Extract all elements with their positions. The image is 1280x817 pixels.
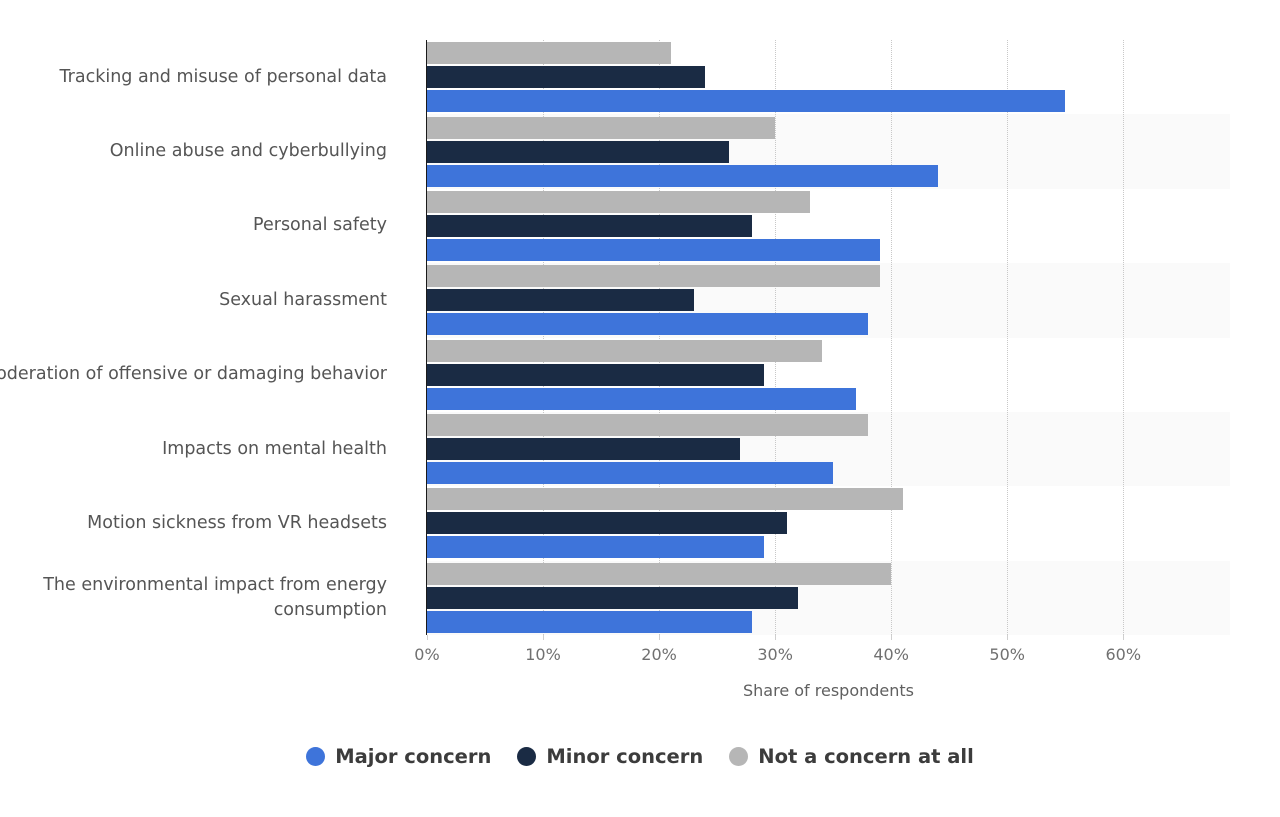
x-tick-mark	[659, 635, 661, 640]
bar[interactable]	[427, 339, 822, 362]
bar[interactable]	[427, 164, 938, 187]
x-tick-label: 20%	[641, 645, 677, 664]
category-label: The environmental impact from energy con…	[43, 574, 387, 620]
legend-label: Major concern	[335, 745, 492, 768]
x-axis-title: Share of respondents	[742, 681, 914, 700]
bar[interactable]	[427, 66, 706, 89]
bar[interactable]	[427, 214, 752, 237]
x-tick-mark	[427, 635, 428, 640]
category-axis-labels: Tracking and misuse of personal data Onli…	[0, 40, 408, 635]
gridline	[891, 40, 893, 635]
x-tick-label: 40%	[873, 645, 909, 664]
bar[interactable]	[427, 265, 880, 288]
x-tick-label: 10%	[525, 645, 561, 664]
bar[interactable]	[427, 90, 1066, 113]
category-label: Sexual harassment	[219, 289, 387, 310]
x-tick-mark	[1007, 635, 1009, 640]
bar[interactable]	[427, 116, 776, 139]
category-label: Impacts on mental health	[162, 438, 387, 459]
bar[interactable]	[427, 488, 903, 511]
bar[interactable]	[427, 562, 892, 585]
x-tick-label: 0%	[414, 645, 440, 664]
gridline	[775, 40, 777, 635]
bar[interactable]	[427, 512, 787, 535]
bar[interactable]	[427, 414, 868, 437]
legend-swatch-circle-icon	[729, 747, 749, 766]
legend-label: Minor concern	[546, 745, 704, 768]
bar[interactable]	[427, 387, 857, 410]
chart-legend: Major concern Minor concern Not a concern …	[0, 745, 1280, 768]
bar[interactable]	[427, 586, 799, 609]
bar[interactable]	[427, 140, 729, 163]
legend-item[interactable]: Not a concern at all	[729, 745, 974, 768]
x-tick-mark	[1123, 635, 1125, 640]
bar[interactable]	[427, 313, 868, 336]
gridline	[1007, 40, 1009, 635]
bar[interactable]	[427, 610, 752, 633]
bar-chart: Tracking and misuse of personal data Onli…	[0, 0, 1280, 817]
gridline	[1123, 40, 1125, 635]
x-tick-label: 50%	[989, 645, 1025, 664]
bar[interactable]	[427, 190, 810, 213]
bar[interactable]	[427, 438, 741, 461]
bar[interactable]	[427, 536, 764, 559]
category-label: Online abuse and cyberbullying	[109, 141, 387, 162]
x-tick-mark	[543, 635, 545, 640]
legend-label: Not a concern at all	[758, 745, 974, 768]
category-label: Moderation of offensive or damaging beha…	[0, 364, 387, 385]
plot-area	[426, 40, 1230, 635]
bar[interactable]	[427, 462, 834, 485]
x-tick-label: 30%	[757, 645, 793, 664]
bar[interactable]	[427, 42, 671, 65]
legend-item[interactable]: Minor concern	[517, 745, 703, 768]
bar[interactable]	[427, 238, 880, 261]
x-tick-mark	[775, 635, 777, 640]
x-tick-mark	[891, 635, 893, 640]
category-label: Personal safety	[253, 215, 387, 236]
legend-swatch-circle-icon	[306, 747, 326, 766]
legend-swatch-circle-icon	[517, 747, 537, 766]
legend-item[interactable]: Major concern	[306, 745, 491, 768]
category-label: Motion sickness from VR headsets	[87, 512, 387, 533]
bar[interactable]	[427, 289, 694, 312]
x-tick-label: 60%	[1105, 645, 1142, 664]
bar[interactable]	[427, 363, 764, 386]
category-label: Tracking and misuse of personal data	[59, 66, 387, 87]
